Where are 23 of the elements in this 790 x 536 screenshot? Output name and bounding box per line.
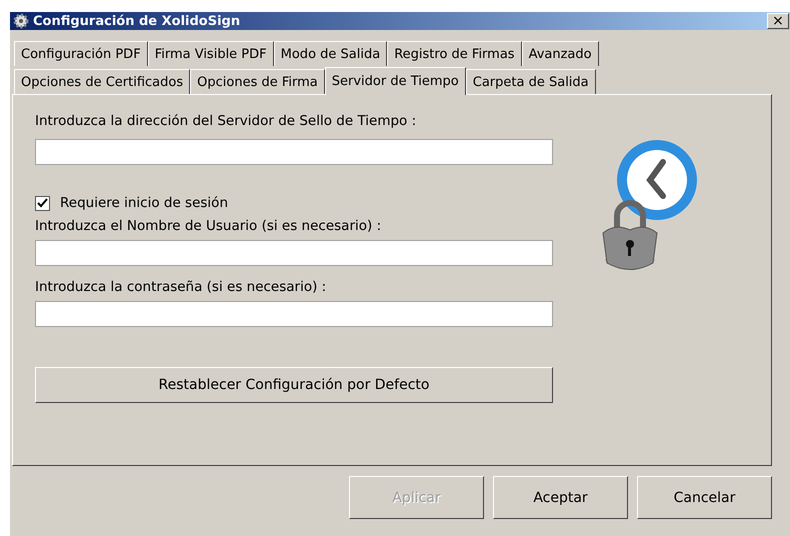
checkbox[interactable] — [35, 196, 50, 210]
dialog-button[interactable]: Cancelar — [637, 476, 772, 519]
tab[interactable]: Avanzado — [522, 41, 599, 66]
input-field[interactable] — [35, 240, 553, 266]
tab[interactable]: Modo de Salida — [274, 41, 388, 66]
input-field[interactable] — [35, 301, 553, 327]
reset-button[interactable]: Restablecer Configuración por Defecto — [35, 367, 553, 403]
tab[interactable]: Configuración PDF — [14, 41, 148, 66]
checkbox-label: Requiere inicio de sesión — [60, 195, 228, 211]
window-title: Configuración de XolidoSign — [33, 14, 242, 28]
close-button[interactable]: × — [767, 13, 789, 29]
field-label: Introduzca el Nombre de Usuario (si es necesario) : — [35, 218, 382, 234]
tab[interactable]: Opciones de Certificados — [14, 69, 190, 94]
field-label: Introduzca la contraseña (si es necesario) : — [35, 279, 326, 295]
gear-icon — [13, 13, 29, 29]
tab[interactable]: Registro de Firmas — [387, 41, 522, 66]
input-field[interactable] — [35, 139, 553, 165]
dialog-button[interactable]: Aceptar — [493, 476, 628, 519]
field-label: Introduzca la dirección del Servidor de Sello de Tiempo : — [35, 113, 418, 129]
tab[interactable]: Carpeta de Salida — [466, 69, 596, 94]
tab[interactable]: Servidor de Tiempo — [324, 67, 466, 95]
tab[interactable]: Opciones de Firma — [190, 69, 325, 94]
tab[interactable]: Firma Visible PDF — [148, 41, 274, 66]
